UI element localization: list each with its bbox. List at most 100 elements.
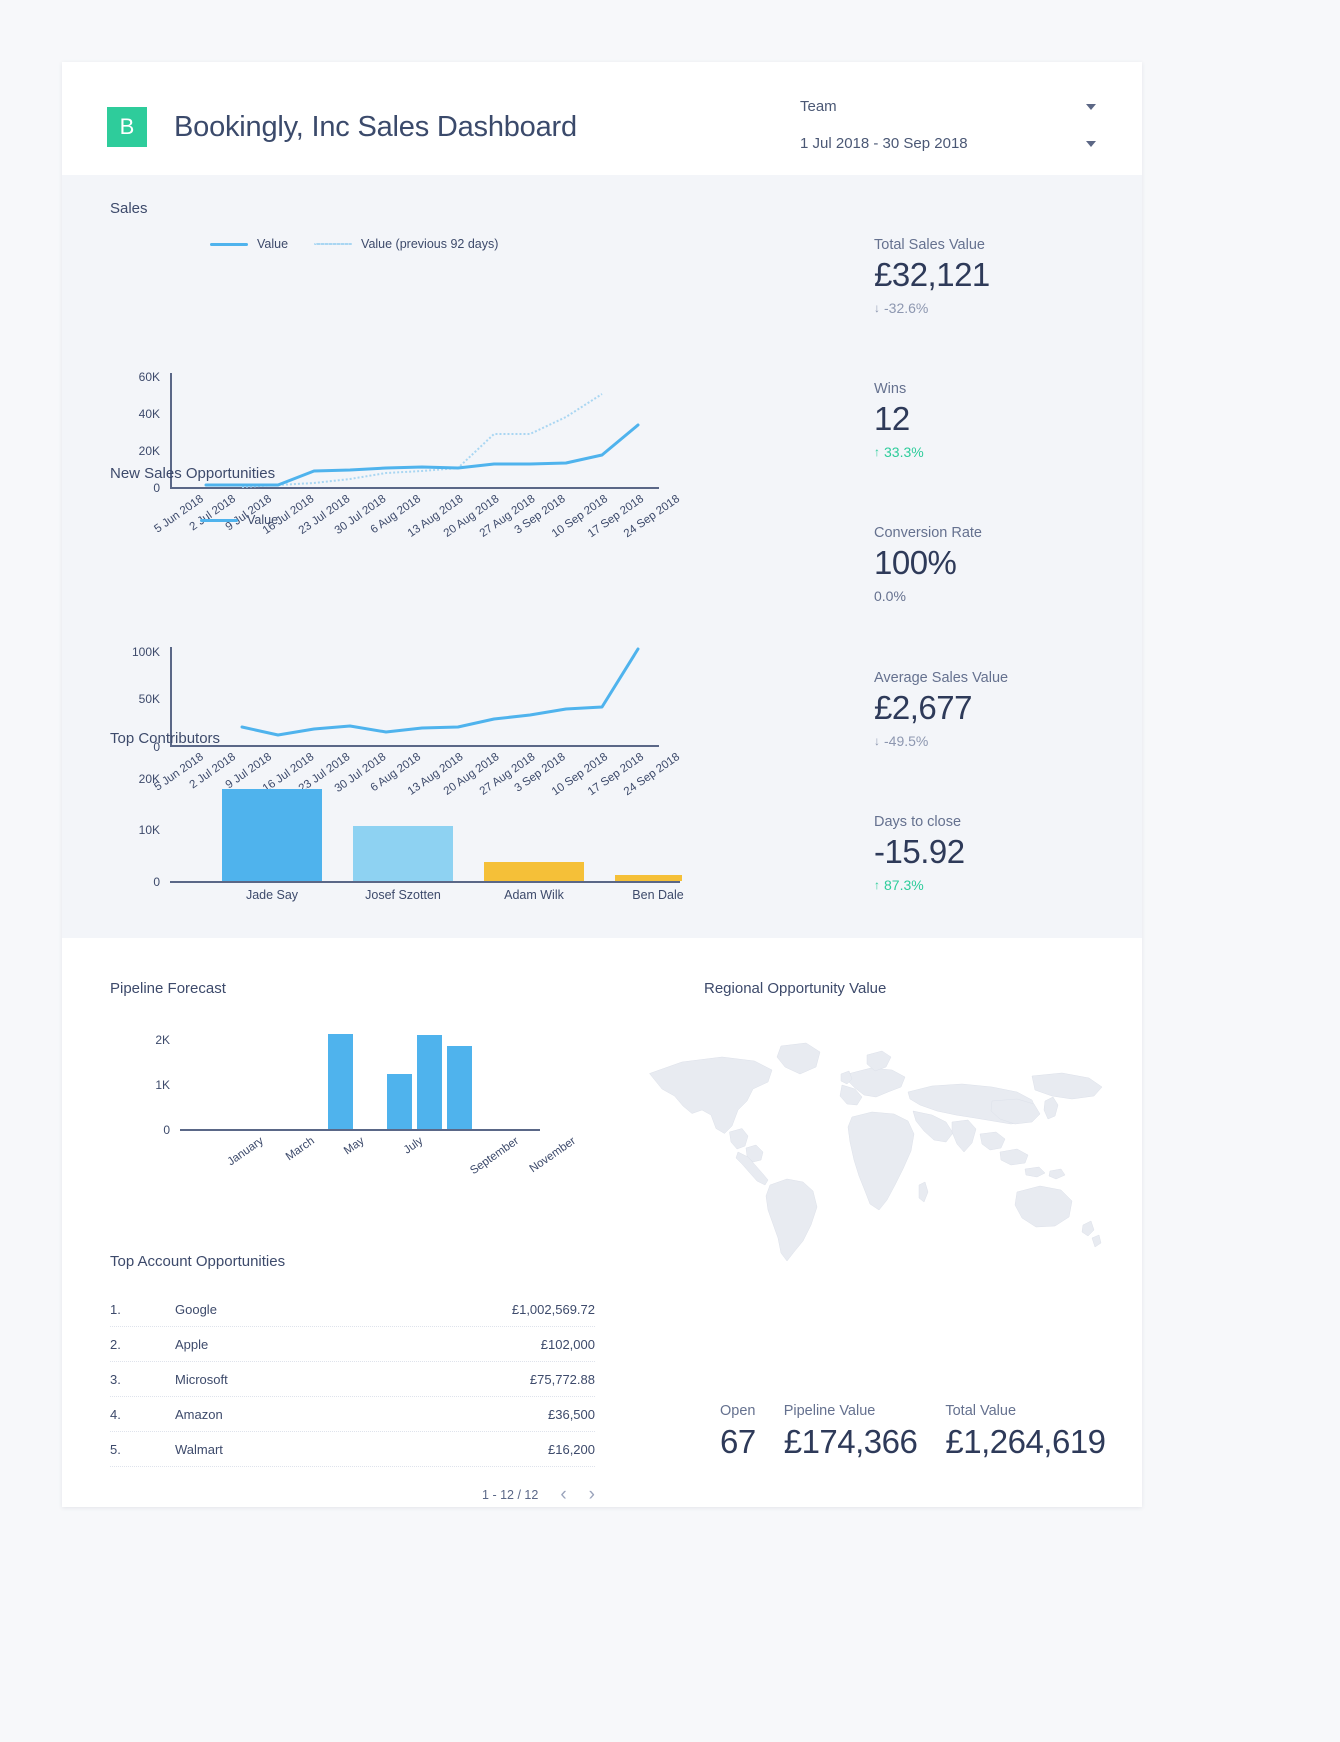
page-title: Bookingly, Inc Sales Dashboard <box>174 110 577 143</box>
date-range-filter-dropdown[interactable]: 1 Jul 2018 - 30 Sep 2018 <box>800 125 1100 162</box>
charts-column: Sales Value Value (previous 92 days) 60K… <box>62 175 782 938</box>
kpi-delta: ↑ 33.3% <box>874 444 1144 460</box>
arrow-down-icon: ↓ <box>874 300 880 315</box>
pipeline-xlab-1: March <box>283 1135 317 1164</box>
opps-chart-legend: Value <box>200 513 278 527</box>
legend-item-value-previous[interactable]: Value (previous 92 days) <box>314 237 498 251</box>
sales-chart-title: Sales <box>110 200 148 217</box>
row-rank: 4. <box>110 1406 121 1422</box>
kpi-average-sales-value: Average Sales Value £2,677 ↓ -49.5% <box>874 670 1144 749</box>
stat-open: Open 67 <box>720 1403 756 1461</box>
bottom-section: Pipeline Forecast 2K 1K 0 January March … <box>62 938 1142 1507</box>
stat-pipeline-value: Pipeline Value £174,366 <box>784 1403 918 1461</box>
opps-chart-title: New Sales Opportunities <box>110 465 276 482</box>
sales-chart-legend: Value Value (previous 92 days) <box>210 237 498 251</box>
kpi-delta: ↑ 87.3% <box>874 877 1144 893</box>
legend-item-value[interactable]: Value <box>210 237 288 251</box>
table-row[interactable]: 5. Walmart £16,200 <box>110 1432 595 1467</box>
pipeline-xlab-5: November <box>527 1135 578 1176</box>
contrib-xlab-2: Adam Wilk <box>504 888 564 902</box>
kpi-delta-value: -32.6% <box>884 299 929 316</box>
kpi-delta-value: 33.3% <box>884 443 924 460</box>
next-page-icon[interactable]: › <box>589 1485 595 1504</box>
stat-label: Pipeline Value <box>783 1403 876 1419</box>
sales-ytick-0: 0 <box>153 481 160 495</box>
row-rank: 3. <box>110 1371 121 1387</box>
contrib-xlab-3: Ben Dale <box>632 888 684 902</box>
chevron-down-icon[interactable] <box>1086 103 1096 110</box>
row-account-name: Microsoft <box>175 1371 228 1387</box>
sales-ytick-2: 40K <box>138 407 160 421</box>
pipeline-ytick-1: 1K <box>155 1078 170 1092</box>
contrib-xlab-1: Josef Szotten <box>365 888 441 902</box>
arrow-up-icon: ↑ <box>874 877 880 892</box>
legend-swatch-dotted-icon <box>314 243 353 245</box>
sales-ytick-3: 60K <box>138 370 160 384</box>
stat-total-value: Total Value £1,264,619 <box>945 1403 1106 1461</box>
row-amount: £102,000 <box>540 1336 595 1352</box>
top-section: Sales Value Value (previous 92 days) 60K… <box>62 175 1142 938</box>
contributors-chart-title: Top Contributors <box>110 730 221 747</box>
pipeline-column: Pipeline Forecast 2K 1K 0 January March … <box>62 938 642 1507</box>
row-amount: £75,772.88 <box>529 1371 595 1387</box>
kpi-delta-value: 87.3% <box>884 876 924 893</box>
opps-ytick-2: 100K <box>131 645 160 659</box>
contrib-plot-area <box>222 789 682 881</box>
legend-item-value[interactable]: Value <box>200 513 278 527</box>
pipeline-ytick-2: 2K <box>155 1033 170 1047</box>
opps-plot-area <box>240 647 640 737</box>
kpi-value: 12 <box>874 400 910 437</box>
legend-swatch-line-icon <box>200 518 238 522</box>
kpi-conversion-rate: Conversion Rate 100% 0.0% <box>874 525 1144 604</box>
sales-ytick-1: 20K <box>138 444 160 458</box>
kpi-wins: Wins 12 ↑ 33.3% <box>874 381 1144 460</box>
row-rank: 2. <box>110 1336 121 1352</box>
table-pagination: 1 - 12 / 12 ‹ › <box>110 1485 595 1504</box>
dashboard-page: B Bookingly, Inc Sales Dashboard Team 1 … <box>62 62 1142 1507</box>
chevron-down-icon[interactable] <box>1086 140 1096 147</box>
row-account-name: Apple <box>175 1336 209 1352</box>
table-row[interactable]: 3. Microsoft £75,772.88 <box>110 1362 595 1397</box>
company-logo: B <box>107 107 147 147</box>
dashboard-header: B Bookingly, Inc Sales Dashboard Team 1 … <box>62 62 1142 175</box>
row-amount: £16,200 <box>548 1441 595 1457</box>
contrib-xlab-0: Jade Say <box>245 888 299 902</box>
brand: B Bookingly, Inc Sales Dashboard <box>107 107 577 147</box>
world-map-icon[interactable] <box>622 986 1122 1316</box>
contrib-x-axis <box>170 881 680 883</box>
legend-label: Value <box>257 237 289 251</box>
kpi-value: -15.92 <box>874 833 965 870</box>
pagination-range: 1 - 12 / 12 <box>482 1487 539 1502</box>
pipeline-xlab-3: July <box>401 1135 426 1157</box>
opps-ytick-1: 50K <box>138 692 160 706</box>
table-title: Top Account Opportunities <box>110 1253 286 1270</box>
pipeline-xlab-2: May <box>341 1135 367 1158</box>
kpi-delta: ↓ -32.6% <box>874 300 1144 316</box>
kpi-total-sales-value: Total Sales Value £32,121 ↓ -32.6% <box>874 237 1144 316</box>
pipeline-xlab-0: January <box>225 1135 266 1169</box>
team-filter-dropdown[interactable]: Team <box>800 88 1100 125</box>
kpi-label: Wins <box>874 381 907 397</box>
row-account-name: Amazon <box>175 1406 223 1422</box>
prev-page-icon[interactable]: ‹ <box>560 1485 566 1504</box>
kpi-days-to-close: Days to close -15.92 ↑ 87.3% <box>874 814 1144 893</box>
table-row[interactable]: 4. Amazon £36,500 <box>110 1397 595 1432</box>
arrow-up-icon: ↑ <box>874 444 880 459</box>
row-account-name: Walmart <box>175 1441 223 1457</box>
stat-value: £1,264,619 <box>945 1423 1106 1460</box>
row-amount: £1,002,569.72 <box>511 1301 595 1317</box>
kpi-value: £2,677 <box>874 689 972 726</box>
kpi-delta-value: 0.0% <box>874 587 906 604</box>
kpi-delta-value: -49.5% <box>884 732 929 749</box>
date-range-filter-label: 1 Jul 2018 - 30 Sep 2018 <box>800 135 968 152</box>
row-amount: £36,500 <box>548 1406 595 1422</box>
kpi-label: Days to close <box>874 814 962 830</box>
team-filter-label: Team <box>800 98 837 115</box>
row-account-name: Google <box>175 1301 217 1317</box>
table-row[interactable]: 2. Apple £102,000 <box>110 1327 595 1362</box>
stat-label: Total Value <box>945 1403 1017 1419</box>
row-rank: 5. <box>110 1441 121 1457</box>
contrib-ytick-2: 20K <box>138 772 160 786</box>
kpi-label: Average Sales Value <box>874 670 1009 686</box>
table-row[interactable]: 1. Google £1,002,569.72 <box>110 1292 595 1327</box>
